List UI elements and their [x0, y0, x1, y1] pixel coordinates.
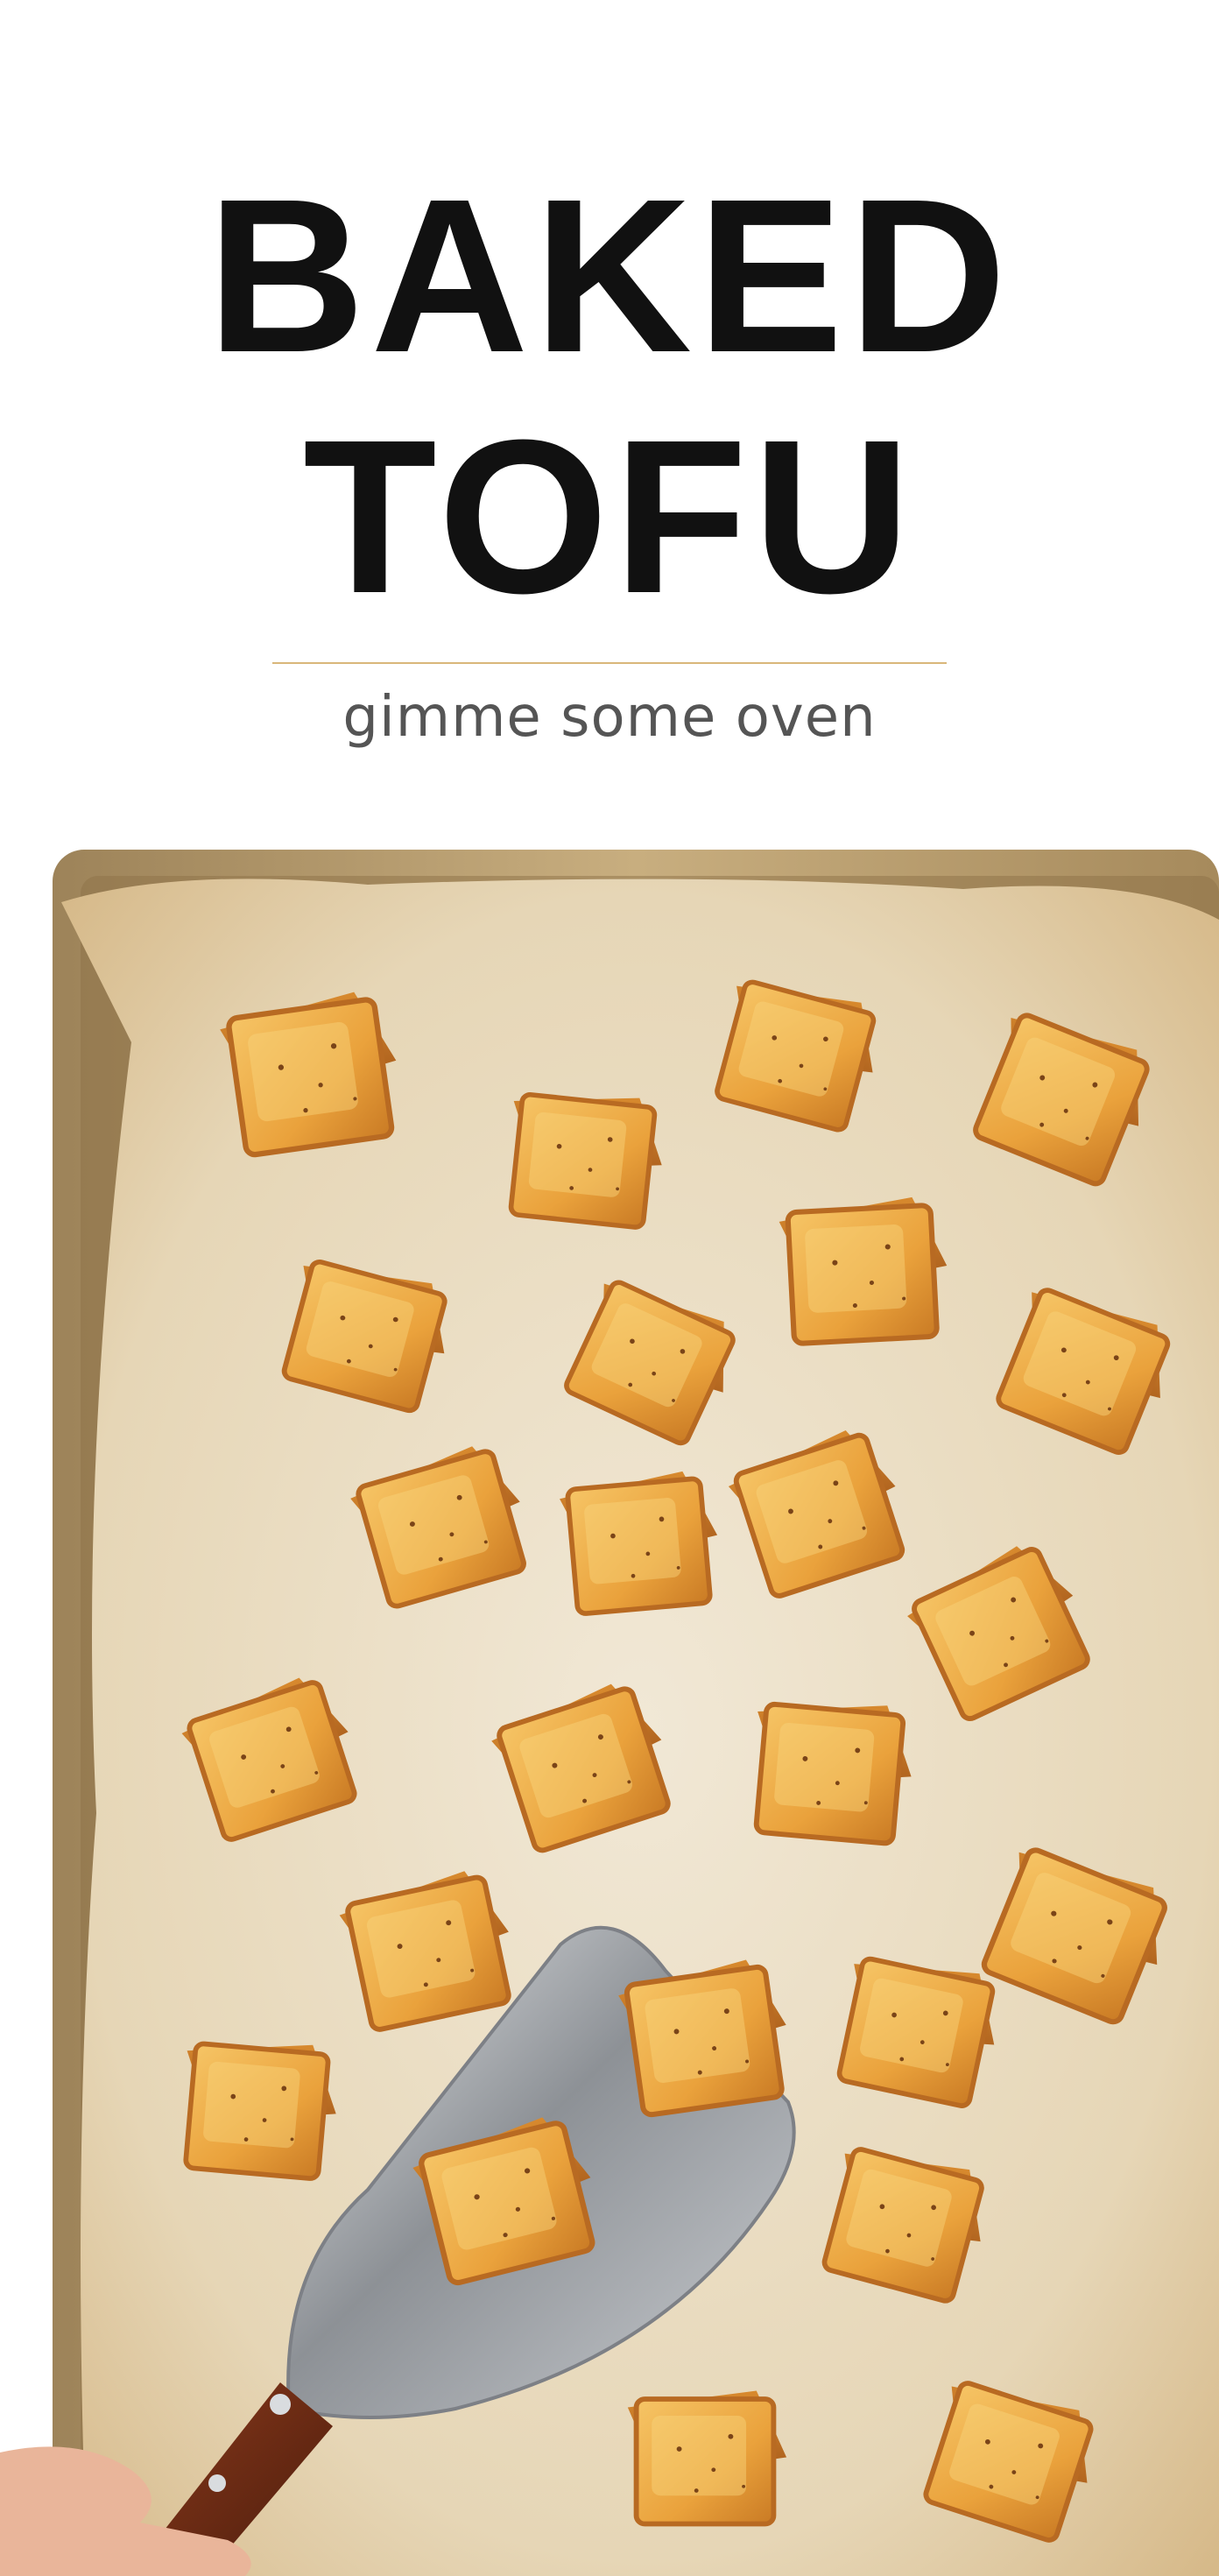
title-divider: [272, 662, 947, 664]
baked-tofu-photo: [0, 850, 1219, 2576]
brand-name: gimme some oven: [342, 685, 877, 750]
title-header: BAKED TOFU gimme some oven: [0, 0, 1219, 850]
title-line-2: TOFU: [303, 394, 916, 639]
title-line-1: BAKED: [207, 153, 1012, 398]
baked-tofu-illustration: [0, 850, 1219, 2576]
